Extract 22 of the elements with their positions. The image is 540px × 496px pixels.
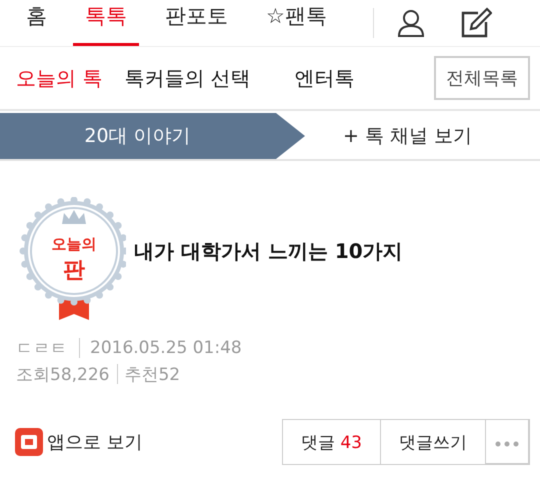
nav-tab[interactable]: 톡톡	[73, 0, 139, 46]
view-count: 조회58,226	[16, 364, 110, 386]
app-logo-icon	[15, 428, 43, 456]
channel-link[interactable]: + 톡 채널 보기	[305, 113, 540, 159]
write-comment-button[interactable]: 댓글쓰기	[380, 419, 486, 465]
channel-title-banner: 20대 이야기	[0, 113, 305, 159]
category-tab[interactable]: 오늘의 톡	[16, 64, 102, 92]
nav-tab[interactable]: ☆팬톡	[254, 0, 339, 46]
nav-tab[interactable]: 판포토	[153, 0, 240, 46]
post-date: 2016.05.25 01:48	[90, 338, 242, 358]
comments-button[interactable]: 댓글 43	[282, 419, 381, 465]
category-tab[interactable]: 톡커들의 선택	[124, 64, 251, 92]
app-link[interactable]: 앱으로 보기	[15, 428, 143, 456]
author-name: ㄷㄹㅌ	[16, 338, 67, 360]
like-count: 추천52	[124, 364, 180, 386]
post-title: 내가 대학가서 느끼는 10가지	[134, 238, 403, 264]
more-icon	[495, 440, 519, 446]
nav-tab[interactable]: 홈	[14, 0, 59, 46]
all-list-button[interactable]: 전체목록	[434, 56, 530, 100]
edit-icon[interactable]	[460, 7, 492, 39]
user-icon[interactable]	[396, 8, 426, 38]
category-tab[interactable]: 엔터톡	[294, 64, 355, 92]
